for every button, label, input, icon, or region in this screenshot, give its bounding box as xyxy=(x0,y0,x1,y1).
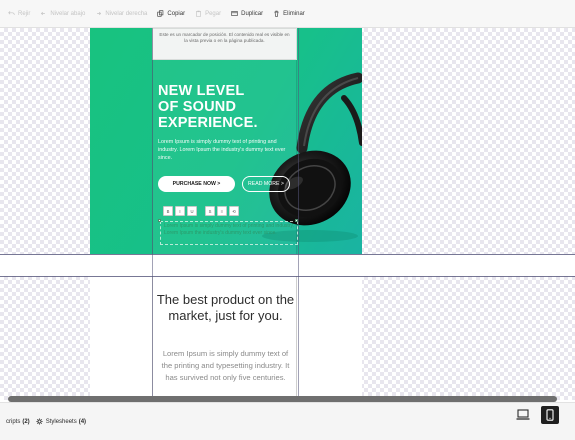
mobile-icon xyxy=(546,409,554,421)
duplicate-button[interactable]: Duplicar xyxy=(231,10,263,17)
copy-label: Copiar xyxy=(167,10,186,17)
redo-label: Rejir xyxy=(18,10,31,17)
duplicate-icon xyxy=(231,10,238,17)
arrow-right-icon xyxy=(95,10,102,17)
stylesheets-label: Stylesheets xyxy=(45,418,77,425)
undo-icon xyxy=(8,10,15,17)
redo-button[interactable]: Rejir xyxy=(8,10,30,17)
copy-button[interactable]: Copiar xyxy=(157,10,185,17)
bottom-bar: cripts (2) Stylesheets (4) xyxy=(0,402,575,440)
scripts-count: (2) xyxy=(22,418,30,425)
rte-italic-button[interactable]: I xyxy=(175,206,185,216)
arrow-left-icon xyxy=(40,10,47,17)
section-body-text[interactable]: Lorem Ipsum is simply dummy text of the … xyxy=(159,348,292,384)
scripts-label: cripts xyxy=(6,418,21,425)
align-bottom-label: Nivelar abajo xyxy=(50,10,86,17)
paste-label: Pegar xyxy=(205,10,222,17)
align-right-label: Nivelar derecha xyxy=(105,10,148,17)
purchase-now-button[interactable]: PURCHASE NOW > xyxy=(158,176,235,192)
rte-align-button[interactable]: ≡ xyxy=(217,206,227,216)
desktop-icon xyxy=(516,409,530,420)
mobile-view-button[interactable] xyxy=(541,406,559,424)
delete-label: Eliminar xyxy=(283,10,305,17)
align-right-button[interactable]: Nivelar derecha xyxy=(95,10,147,17)
rich-text-toolbar: B I U S ≡ ⟲ xyxy=(163,206,239,218)
selected-text-block[interactable]: Lorem Ipsum is simply dummy text of prin… xyxy=(160,221,298,245)
align-bottom-button[interactable]: Nivelar abajo xyxy=(40,10,85,17)
guide-line-vertical xyxy=(152,28,153,400)
product-text-block[interactable]: The best product on the market, just for… xyxy=(152,276,297,400)
guide-line-horizontal xyxy=(0,254,575,255)
paste-button[interactable]: Pegar xyxy=(195,10,221,17)
copy-icon xyxy=(157,10,164,17)
rte-underline-button[interactable]: U xyxy=(187,206,197,216)
read-more-button[interactable]: READ MORE > xyxy=(242,176,290,192)
section-title[interactable]: The best product on the market, just for… xyxy=(153,292,298,324)
hero-title[interactable]: NEW LEVEL OF SOUND EXPERIENCE. xyxy=(158,83,308,131)
desktop-view-button[interactable] xyxy=(515,408,531,422)
hero-body-text[interactable]: Lorem Ipsum is simply dummy text of prin… xyxy=(158,138,286,162)
resize-handle[interactable] xyxy=(158,219,161,222)
hero-title-line: OF SOUND xyxy=(158,99,237,115)
guide-line-vertical xyxy=(298,28,299,400)
email-preview[interactable]: Este es un marcador de posición. El cont… xyxy=(90,28,362,400)
rte-separator xyxy=(199,206,203,218)
trash-icon xyxy=(273,10,280,17)
gear-icon xyxy=(36,418,43,425)
hero-section[interactable]: Este es un marcador de posición. El cont… xyxy=(90,28,362,254)
guide-line-horizontal xyxy=(0,276,575,277)
hero-title-line: NEW LEVEL xyxy=(158,83,245,99)
delete-button[interactable]: Eliminar xyxy=(273,10,305,17)
duplicate-label: Duplicar xyxy=(241,10,264,17)
hero-title-line: EXPERIENCE. xyxy=(158,115,258,131)
rte-strike-button[interactable]: S xyxy=(205,206,215,216)
editor-app: Rejir Nivelar abajo Nivelar derecha Copi… xyxy=(0,0,575,440)
editor-canvas[interactable]: Este es un marcador de posición. El cont… xyxy=(0,28,575,400)
toolbar: Rejir Nivelar abajo Nivelar derecha Copi… xyxy=(0,0,575,28)
rte-link-button[interactable]: ⟲ xyxy=(229,206,239,216)
stylesheets-tab[interactable]: Stylesheets (4) xyxy=(36,418,86,425)
paste-icon xyxy=(195,10,202,17)
placeholder-note: Este es un marcador de posición. El cont… xyxy=(152,28,297,60)
rte-bold-button[interactable]: B xyxy=(163,206,173,216)
scripts-tab[interactable]: cripts (2) xyxy=(6,419,30,425)
stylesheets-count: (4) xyxy=(78,418,87,425)
